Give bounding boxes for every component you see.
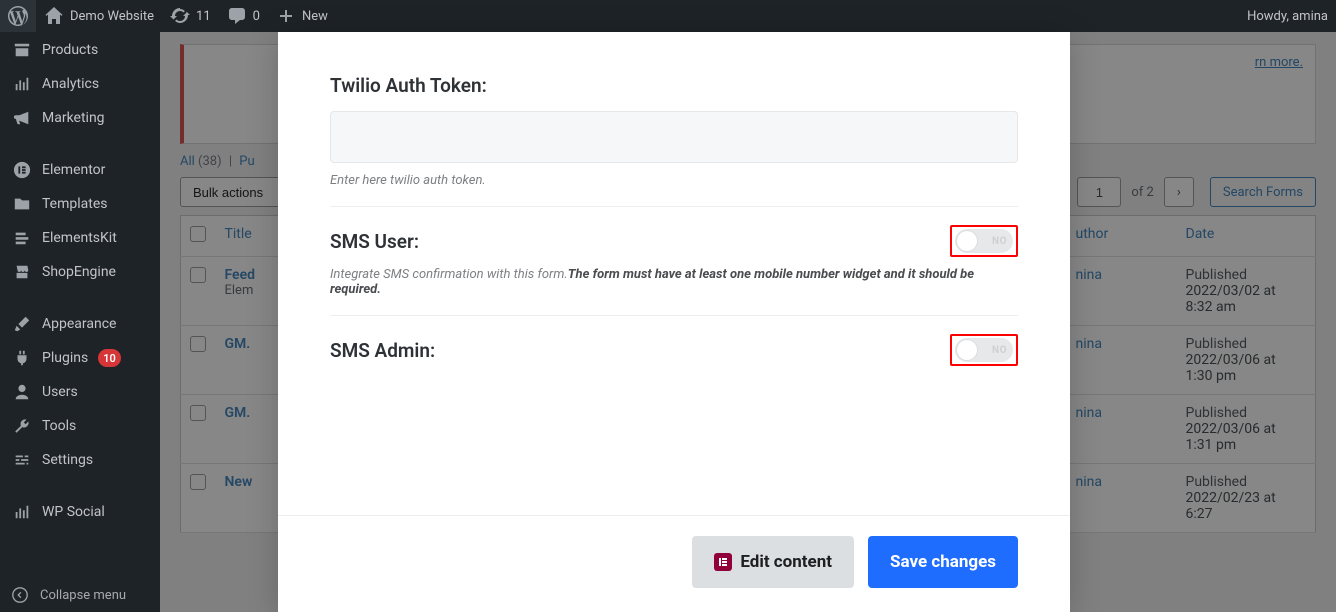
sidebar-item-users[interactable]: Users [0, 375, 160, 409]
sidebar-item-label: ElementsKit [42, 230, 117, 246]
form-settings-modal: Twilio Auth Token: Enter here twilio aut… [278, 32, 1070, 612]
field-sms-user: SMS User: NO Integrate SMS confirmation … [330, 207, 1018, 316]
archive-icon [12, 40, 32, 60]
collapse-label: Collapse menu [40, 588, 126, 603]
admin-sidebar: Products Analytics Marketing Elementor T… [0, 32, 160, 612]
comment-icon [227, 6, 247, 26]
sidebar-item-shopengine[interactable]: ShopEngine [0, 255, 160, 289]
auth-token-hint: Enter here twilio auth token. [330, 173, 1018, 188]
sms-user-hint: Integrate SMS confirmation with this for… [330, 267, 1018, 297]
edit-content-button[interactable]: Edit content [692, 536, 854, 588]
updates[interactable]: 11 [162, 0, 219, 32]
howdy-label: Howdy, amina [1247, 9, 1328, 24]
elementor-icon [12, 160, 32, 180]
user-icon [12, 382, 32, 402]
ekit-icon [12, 228, 32, 248]
sidebar-item-elementor[interactable]: Elementor [0, 153, 160, 187]
refresh-icon [170, 6, 190, 26]
comments[interactable]: 0 [219, 0, 268, 32]
save-changes-button[interactable]: Save changes [868, 536, 1018, 588]
sidebar-item-settings[interactable]: Settings [0, 443, 160, 477]
shopengine-icon [12, 262, 32, 282]
elementor-icon [714, 553, 732, 571]
save-changes-label: Save changes [890, 552, 996, 572]
updates-count: 11 [196, 9, 211, 24]
sidebar-item-label: Marketing [42, 110, 105, 126]
megaphone-icon [12, 108, 32, 128]
edit-content-label: Edit content [740, 552, 832, 572]
sidebar-item-label: Tools [42, 418, 76, 434]
sidebar-item-label: Appearance [42, 316, 116, 332]
sidebar-item-products[interactable]: Products [0, 33, 160, 67]
folder-icon [12, 194, 32, 214]
chart-icon [12, 502, 32, 522]
sidebar-item-label: Products [42, 42, 98, 58]
sidebar-item-plugins[interactable]: Plugins 10 [0, 341, 160, 375]
sms-user-toggle[interactable]: NO [955, 229, 1013, 253]
sidebar-item-label: WP Social [42, 504, 105, 520]
home-icon [44, 6, 64, 26]
sms-admin-toggle-highlight: NO [950, 334, 1018, 366]
plugins-badge: 10 [98, 349, 121, 367]
sidebar-item-templates[interactable]: Templates [0, 187, 160, 221]
wrench-icon [12, 416, 32, 436]
sms-admin-label: SMS Admin: [330, 339, 435, 362]
site-name-label: Demo Website [70, 9, 154, 24]
my-account[interactable]: Howdy, amina [1239, 0, 1336, 32]
collapse-menu[interactable]: Collapse menu [0, 578, 160, 612]
comments-count: 0 [253, 9, 260, 24]
sidebar-item-label: ShopEngine [42, 264, 116, 280]
auth-token-label: Twilio Auth Token: [330, 74, 1018, 97]
sidebar-item-label: Analytics [42, 76, 99, 92]
site-name[interactable]: Demo Website [36, 0, 162, 32]
new-content[interactable]: New [268, 0, 336, 32]
sidebar-item-label: Settings [42, 452, 93, 468]
sidebar-item-analytics[interactable]: Analytics [0, 67, 160, 101]
wp-logo[interactable] [0, 0, 36, 32]
sidebar-item-tools[interactable]: Tools [0, 409, 160, 443]
sidebar-item-elementskit[interactable]: ElementsKit [0, 221, 160, 255]
modal-footer: Edit content Save changes [278, 515, 1070, 612]
sidebar-item-label: Elementor [42, 162, 105, 178]
brush-icon [12, 314, 32, 334]
sidebar-item-appearance[interactable]: Appearance [0, 307, 160, 341]
admin-bar: Demo Website 11 0 New Howdy, amina [0, 0, 1336, 32]
sms-user-toggle-highlight: NO [950, 225, 1018, 257]
sidebar-item-label: Plugins [42, 350, 88, 366]
sidebar-item-marketing[interactable]: Marketing [0, 101, 160, 135]
wordpress-icon [8, 6, 28, 26]
auth-token-input[interactable] [330, 111, 1018, 163]
bars-icon [12, 74, 32, 94]
sidebar-item-label: Templates [42, 196, 108, 212]
field-auth-token: Twilio Auth Token: Enter here twilio aut… [330, 56, 1018, 207]
plus-icon [276, 6, 296, 26]
sms-admin-toggle[interactable]: NO [955, 338, 1013, 362]
new-label: New [302, 9, 328, 24]
collapse-icon [10, 585, 30, 605]
sidebar-item-label: Users [42, 384, 78, 400]
field-sms-admin: SMS Admin: NO [330, 316, 1018, 384]
sms-user-label: SMS User: [330, 230, 419, 253]
sliders-icon [12, 450, 32, 470]
plug-icon [12, 348, 32, 368]
sidebar-item-wpsocial[interactable]: WP Social [0, 495, 160, 529]
